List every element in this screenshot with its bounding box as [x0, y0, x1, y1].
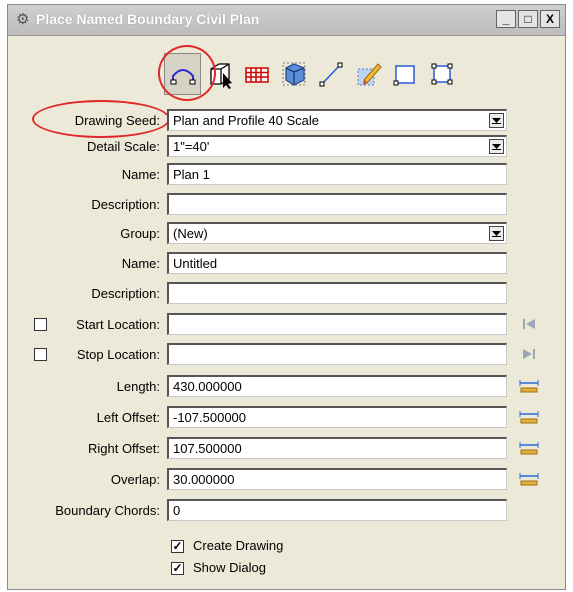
chevron-down-icon[interactable] [489, 113, 504, 128]
drawing-seed-value: Plan and Profile 40 Scale [173, 113, 319, 128]
group-description-row: Description: [8, 282, 565, 306]
group-description-input[interactable] [167, 282, 507, 304]
measure-distance-icon[interactable] [518, 409, 540, 425]
start-location-label: Start Location: [76, 317, 160, 332]
chevron-down-icon[interactable] [489, 226, 504, 241]
description-input[interactable] [167, 193, 507, 215]
group-name-row: Name: Untitled [8, 252, 565, 276]
drawing-seed-label: Drawing Seed: [74, 113, 160, 128]
stop-location-checkbox[interactable] [34, 348, 47, 361]
detail-scale-value: 1"=40' [173, 139, 210, 154]
app-gear-icon: ⚙ [16, 11, 30, 28]
square-tool-button[interactable] [386, 53, 423, 95]
start-location-checkbox[interactable] [34, 318, 47, 331]
window-title: Place Named Boundary Civil Plan [36, 11, 260, 27]
detail-scale-label: Detail Scale: [87, 139, 160, 154]
3d-box-tool-icon [209, 63, 232, 89]
length-label: Length: [116, 379, 160, 394]
stop-location-label: Stop Location: [76, 347, 160, 362]
start-location-input[interactable] [167, 313, 507, 335]
length-row: Length: 430.000000 [8, 375, 565, 399]
right-offset-input[interactable]: 107.500000 [167, 437, 507, 459]
right-offset-label: Right Offset: [87, 441, 160, 456]
measure-distance-icon[interactable] [518, 471, 540, 487]
detail-scale-row: Detail Scale: 1"=40' [8, 135, 565, 159]
name-row: Name: Plan 1 [8, 163, 565, 187]
show-dialog-checkbox[interactable]: ✓ [171, 562, 184, 575]
right-offset-row: Right Offset: 107.500000 [8, 437, 565, 461]
boundary-type-toolbar [164, 53, 460, 97]
boundary-chords-row: Boundary Chords: 0 [8, 499, 565, 523]
line-tool-icon [319, 62, 342, 87]
measure-distance-icon[interactable] [518, 378, 540, 394]
group-description-label: Description: [91, 286, 160, 301]
place-named-boundary-dialog: ⚙ Place Named Boundary Civil Plan _ □ X [7, 4, 566, 590]
description-row: Description: [8, 193, 565, 217]
stop-location-input[interactable] [167, 343, 507, 365]
corner-square-tool-icon [431, 63, 452, 85]
group-value: (New) [173, 226, 208, 241]
group-label: Group: [120, 226, 160, 241]
drawing-seed-dropdown[interactable]: Plan and Profile 40 Scale [167, 109, 507, 131]
grid-tool-icon [244, 67, 269, 83]
create-drawing-label: Create Drawing [193, 538, 284, 553]
3d-view-tool-icon [282, 62, 305, 86]
skip-to-start-icon[interactable] [522, 318, 536, 330]
name-input[interactable]: Plan 1 [167, 163, 507, 185]
pencil-shape-tool-icon [357, 63, 382, 86]
group-name-input[interactable]: Untitled [167, 252, 507, 274]
measure-distance-icon[interactable] [518, 440, 540, 456]
group-dropdown[interactable]: (New) [167, 222, 507, 244]
show-dialog-label: Show Dialog [193, 560, 266, 575]
overlap-row: Overlap: 30.000000 [8, 468, 565, 492]
3d-box-tool-button[interactable] [201, 53, 238, 95]
chevron-down-icon[interactable] [489, 139, 504, 154]
group-name-label: Name: [121, 256, 160, 271]
left-offset-input[interactable]: -107.500000 [167, 406, 507, 428]
boundary-chords-label: Boundary Chords: [55, 503, 160, 518]
create-drawing-checkbox[interactable]: ✓ [171, 540, 184, 553]
3d-view-tool-button[interactable] [275, 53, 312, 95]
title-bar[interactable]: ⚙ Place Named Boundary Civil Plan _ □ X [8, 5, 565, 36]
stop-location-row: Stop Location: [8, 343, 565, 367]
corner-square-tool-button[interactable] [423, 53, 460, 95]
group-row: Group: (New) [8, 222, 565, 246]
line-tool-button[interactable] [312, 53, 349, 95]
start-location-row: Start Location: [8, 313, 565, 337]
drawing-seed-row: Drawing Seed: Plan and Profile 40 Scale [8, 109, 565, 133]
civil-plan-tool-icon [170, 69, 195, 85]
length-input[interactable]: 430.000000 [167, 375, 507, 397]
maximize-button[interactable]: □ [518, 10, 538, 28]
civil-plan-tool-button[interactable] [164, 53, 201, 95]
overlap-label: Overlap: [110, 472, 160, 487]
grid-tool-button[interactable] [238, 53, 275, 95]
minimize-button[interactable]: _ [496, 10, 516, 28]
boundary-chords-input[interactable]: 0 [167, 499, 507, 521]
detail-scale-dropdown[interactable]: 1"=40' [167, 135, 507, 157]
pencil-shape-tool-button[interactable] [349, 53, 386, 95]
left-offset-label: Left Offset: [96, 410, 160, 425]
left-offset-row: Left Offset: -107.500000 [8, 406, 565, 430]
description-label: Description: [91, 197, 160, 212]
skip-to-end-icon[interactable] [522, 348, 536, 360]
name-label: Name: [121, 167, 160, 182]
overlap-input[interactable]: 30.000000 [167, 468, 507, 490]
square-tool-icon [393, 65, 415, 86]
close-button[interactable]: X [540, 10, 560, 28]
